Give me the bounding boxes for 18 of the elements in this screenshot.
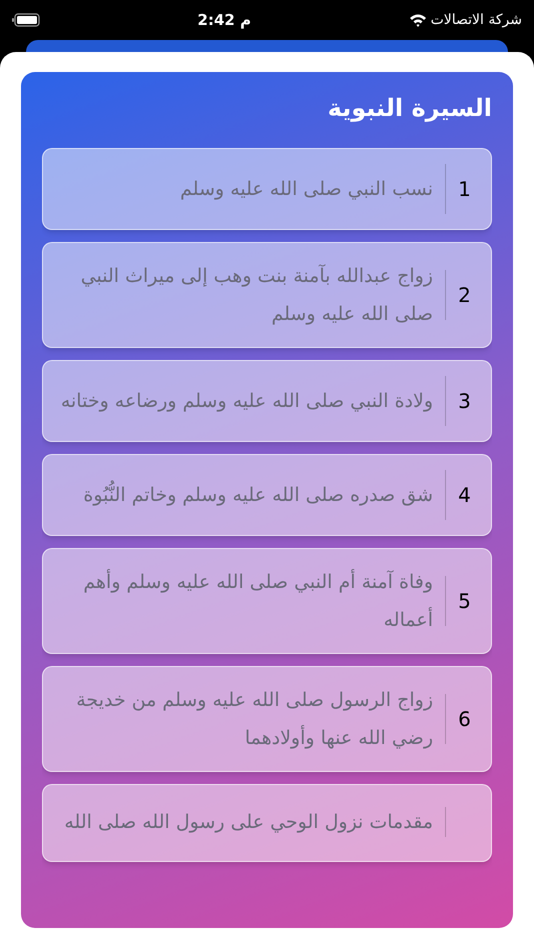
item-number: 4	[445, 470, 483, 520]
wifi-icon	[408, 13, 427, 27]
item-title: وفاة آمنة أم النبي صلى الله عليه وسلم وأهم أعماله	[82, 568, 434, 633]
item-number: 1	[445, 164, 483, 214]
carrier-name: شركة الاتصالات	[430, 10, 522, 30]
page-title: السيرة النبوية	[326, 93, 492, 124]
battery-icon	[12, 13, 40, 27]
item-title: شق صدره صلى الله عليه وسلم وخاتم النُّبُوة	[75, 476, 445, 514]
item-number: 5	[445, 576, 483, 626]
item-title: مقدمات نزول الوحي على رسول الله صلى الله	[63, 810, 434, 835]
item-title: زواج الرسول صلى الله عليه وسلم من خديجة رضي الله عنها وأولادهما	[75, 688, 434, 751]
item-title: زواج عبدالله بآمنة بنت وهب إلى ميراث النبي صلى الله عليه وسلم	[80, 263, 434, 327]
item-number: 6	[445, 694, 483, 744]
item-number: 3	[445, 376, 483, 426]
item-title: نسب النبي صلى الله عليه وسلم	[179, 177, 434, 202]
item-number: 2	[445, 270, 483, 320]
item-title: ولادة النبي صلى الله عليه وسلم ورضاعه وختانه	[60, 389, 434, 414]
status-time: 2:42 م	[198, 10, 252, 31]
